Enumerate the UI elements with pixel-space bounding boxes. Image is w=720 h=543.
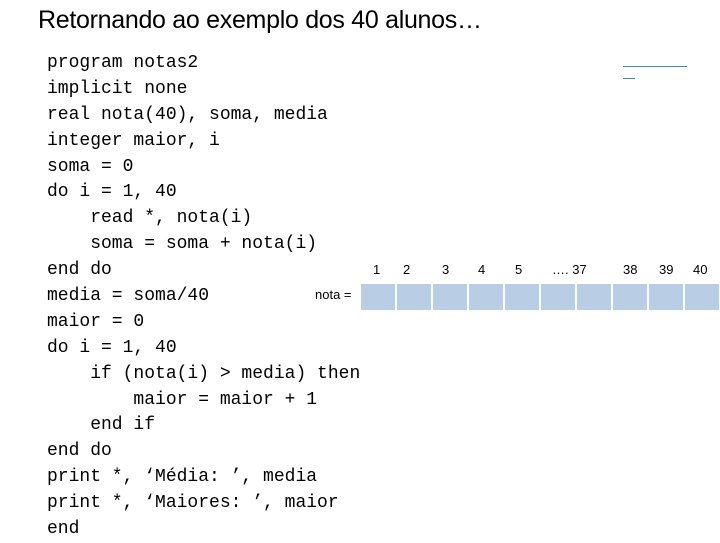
array-label: nota = <box>315 287 352 302</box>
code-block: program notas2 implicit none real nota(4… <box>47 51 360 543</box>
array-cell <box>685 284 719 310</box>
code-line: print *, ‘Maiores: ’, maior <box>47 493 339 514</box>
code-line: end if <box>47 415 156 436</box>
array-cell <box>397 284 431 310</box>
code-line: maior = maior + 1 <box>47 389 318 410</box>
array-cell <box>361 284 395 310</box>
code-line: soma = 0 <box>47 156 134 177</box>
code-line: if (nota(i) > media) then <box>47 363 361 384</box>
array-index: 38 <box>623 262 638 277</box>
array-index: 5 <box>515 262 523 277</box>
array-cell <box>505 284 539 310</box>
array-cell <box>541 284 575 310</box>
code-line: end <box>47 519 80 540</box>
array-index: 1 <box>373 262 381 277</box>
array-index: 3 <box>442 262 450 277</box>
array-index: 2 <box>403 262 411 277</box>
code-line: implicit none <box>47 78 188 99</box>
array-cell <box>577 284 611 310</box>
array-cell <box>433 284 467 310</box>
array-cell <box>469 284 503 310</box>
array-index: …. 37 <box>552 262 587 277</box>
array-index: 39 <box>659 262 674 277</box>
code-line: print *, ‘Média: ’, media <box>47 467 318 488</box>
code-line: program notas2 <box>47 53 199 73</box>
array-index: 40 <box>693 262 708 277</box>
code-line: end do <box>47 441 112 462</box>
array-cell <box>613 284 647 310</box>
decorative-line-short <box>623 78 635 79</box>
code-line: do i = 1, 40 <box>47 337 177 358</box>
decorative-line <box>623 66 687 67</box>
code-line: end do <box>47 260 112 281</box>
code-line: do i = 1, 40 <box>47 182 177 203</box>
code-line: integer maior, i <box>47 130 220 151</box>
code-line: soma = soma + nota(i) <box>47 234 318 255</box>
slide-title: Retornando ao exemplo dos 40 alunos… <box>38 6 482 34</box>
array-index: 4 <box>478 262 486 277</box>
array-cells <box>361 284 719 310</box>
code-line: real nota(40), soma, media <box>47 104 328 125</box>
code-line: maior = 0 <box>47 311 145 332</box>
array-cell <box>649 284 683 310</box>
code-line: read *, nota(i) <box>47 208 253 229</box>
code-line: media = soma/40 <box>47 286 210 307</box>
